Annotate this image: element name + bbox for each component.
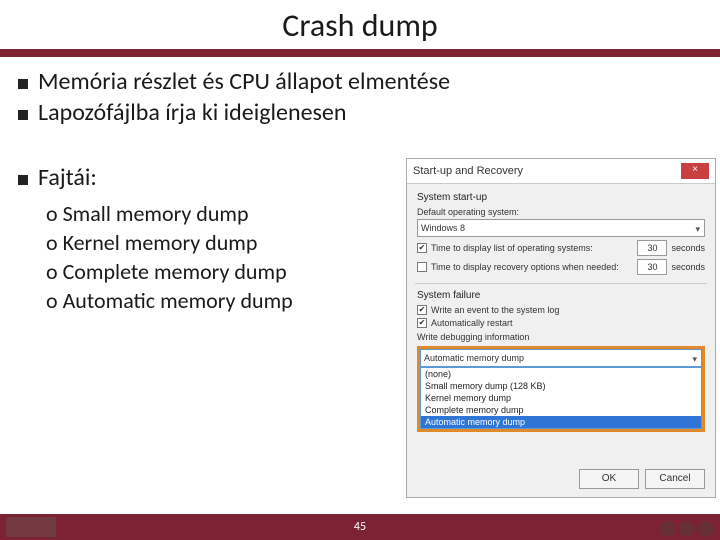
time-recovery-label: Time to display recovery options when ne… <box>431 262 619 272</box>
group-system-startup: System start-up <box>417 192 705 203</box>
footer-logo-left <box>6 517 56 537</box>
seconds-label-2: seconds <box>671 262 705 272</box>
dd-option-automatic[interactable]: Automatic memory dump <box>421 416 701 428</box>
checkbox-time-recovery[interactable] <box>417 262 427 272</box>
bullet-square-icon <box>18 110 28 120</box>
cancel-button[interactable]: Cancel <box>645 469 705 489</box>
checkbox-write-event[interactable]: ✔ <box>417 305 427 315</box>
dialog-titlebar: Start-up and Recovery × <box>407 159 715 184</box>
divider <box>415 283 707 284</box>
time-list-spinner[interactable]: 30 <box>637 240 667 256</box>
bullet-1: Memória részlet és CPU állapot elmentése <box>18 67 702 96</box>
bullet-square-icon <box>18 79 28 89</box>
dd-option-complete[interactable]: Complete memory dump <box>421 404 701 416</box>
dialog-title-text: Start-up and Recovery <box>413 165 523 177</box>
footer-dot-icon <box>679 521 695 537</box>
highlight-box: Automatic memory dump (none) Small memor… <box>417 346 705 432</box>
checkbox-time-list[interactable]: ✔ <box>417 243 427 253</box>
write-event-label: Write an event to the system log <box>431 305 559 315</box>
slide-title: Crash dump <box>0 0 720 49</box>
slide-footer: 45 <box>0 514 720 540</box>
close-button[interactable]: × <box>681 163 709 179</box>
bullet-2: Lapozófájlba írja ki ideiglenesen <box>18 98 702 127</box>
ok-button[interactable]: OK <box>579 469 639 489</box>
title-divider <box>0 49 720 57</box>
bullet-1-text: Memória részlet és CPU állapot elmentése <box>38 67 450 96</box>
startup-recovery-dialog: Start-up and Recovery × System start-up … <box>406 158 716 498</box>
time-recovery-spinner[interactable]: 30 <box>637 259 667 275</box>
dd-option-none[interactable]: (none) <box>421 368 701 380</box>
bullet-3-text: Fajtái: <box>38 163 97 192</box>
bullet-square-icon <box>18 175 28 185</box>
group-system-failure: System failure <box>417 290 705 301</box>
dd-option-kernel[interactable]: Kernel memory dump <box>421 392 701 404</box>
page-number: 45 <box>354 520 366 534</box>
footer-dot-icon <box>698 521 714 537</box>
default-os-select[interactable]: Windows 8 <box>417 219 705 237</box>
checkbox-auto-restart[interactable]: ✔ <box>417 318 427 328</box>
dump-type-select[interactable]: Automatic memory dump <box>420 349 702 367</box>
footer-logos-right <box>660 521 714 537</box>
footer-dot-icon <box>660 521 676 537</box>
default-os-label: Default operating system: <box>417 207 705 217</box>
dump-type-dropdown[interactable]: (none) Small memory dump (128 KB) Kernel… <box>420 367 702 429</box>
seconds-label-1: seconds <box>671 243 705 253</box>
time-list-label: Time to display list of operating system… <box>431 243 593 253</box>
write-debug-label: Write debugging information <box>417 332 705 342</box>
auto-restart-label: Automatically restart <box>431 318 513 328</box>
bullet-2-text: Lapozófájlba írja ki ideiglenesen <box>38 98 346 127</box>
dd-option-small[interactable]: Small memory dump (128 KB) <box>421 380 701 392</box>
